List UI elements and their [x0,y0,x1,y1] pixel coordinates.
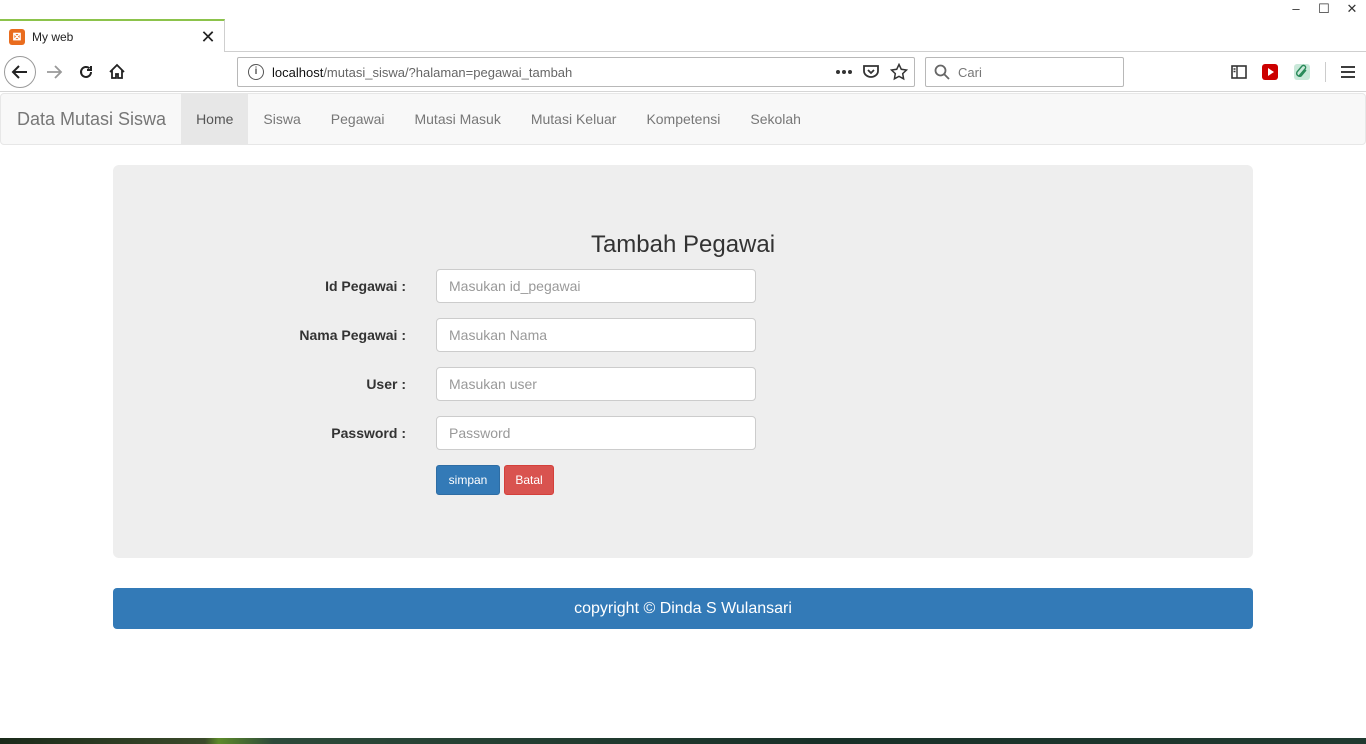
nav-item-home[interactable]: Home [181,94,249,144]
search-bar[interactable]: Cari [925,57,1124,87]
extension-clip-icon[interactable] [1293,63,1311,81]
nav-item-kompetensi[interactable]: Kompetensi [631,94,735,144]
menu-hamburger-icon[interactable] [1340,65,1356,79]
bookmark-star-icon[interactable] [890,63,908,81]
back-button[interactable] [4,56,36,88]
page-actions-icon[interactable] [836,69,852,75]
nav-item-siswa[interactable]: Siswa [248,94,315,144]
search-placeholder: Cari [958,64,982,80]
url-text[interactable]: localhost/mutasi_siswa/?halaman=pegawai_… [272,65,836,80]
id-pegawai-input[interactable] [436,269,756,303]
tab-title: My web [32,29,74,44]
password-label: Password : [331,425,406,441]
id-pegawai-label: Id Pegawai : [325,278,406,294]
site-navbar: Data Mutasi Siswa Home Siswa Pegawai Mut… [0,93,1366,145]
site-info-icon[interactable]: i [248,64,264,80]
nav-item-pegawai[interactable]: Pegawai [316,94,400,144]
sidebar-icon[interactable] [1231,65,1247,79]
reload-icon [80,65,92,78]
nav-item-mutasi-keluar[interactable]: Mutasi Keluar [516,94,632,144]
tab-close-icon[interactable]: ✕ [198,28,218,46]
address-bar[interactable]: i localhost/mutasi_siswa/?halaman=pegawa… [237,57,915,87]
nav-item-sekolah[interactable]: Sekolah [735,94,816,144]
browser-titlebar: ⊠ My web ✕ – ☐ ✕ [0,0,1366,52]
field-row-id-pegawai: Id Pegawai : [0,269,1366,303]
close-window-button[interactable]: ✕ [1338,0,1366,18]
user-input[interactable] [436,367,756,401]
forward-arrow-icon [47,65,63,79]
search-icon [934,64,950,80]
field-row-user: User : [0,367,1366,401]
simpan-button[interactable]: simpan [436,465,500,495]
field-row-password: Password : [0,416,1366,450]
site-footer: copyright © Dinda S Wulansari [113,588,1253,629]
user-label: User : [366,376,406,392]
field-row-nama-pegawai: Nama Pegawai : [0,318,1366,352]
back-arrow-icon [11,65,27,79]
toolbar-separator [1325,62,1326,82]
xampp-favicon-icon: ⊠ [9,28,25,45]
forward-button[interactable] [38,56,70,88]
os-taskbar [0,738,1366,744]
form-panel [113,165,1253,558]
nama-pegawai-label: Nama Pegawai : [299,327,406,343]
window-controls: – ☐ ✕ [1282,0,1366,18]
youtube-extension-icon[interactable] [1261,63,1279,81]
maximize-button[interactable]: ☐ [1310,0,1338,18]
pocket-icon[interactable] [862,64,880,80]
form-title: Tambah Pegawai [590,231,776,258]
nav-menu: Home Siswa Pegawai Mutasi Masuk Mutasi K… [181,94,816,144]
site-brand[interactable]: Data Mutasi Siswa [1,94,181,144]
reload-button[interactable] [70,56,102,88]
toolbar-extensions [1231,62,1356,82]
password-input[interactable] [436,416,756,450]
home-icon [109,63,125,79]
browser-toolbar: i localhost/mutasi_siswa/?halaman=pegawa… [0,52,1366,92]
nama-pegawai-input[interactable] [436,318,756,352]
minimize-button[interactable]: – [1282,0,1310,18]
browser-tab[interactable]: ⊠ My web ✕ [0,19,225,52]
nav-item-mutasi-masuk[interactable]: Mutasi Masuk [399,94,515,144]
home-button[interactable] [101,56,133,88]
batal-button[interactable]: Batal [504,465,554,495]
